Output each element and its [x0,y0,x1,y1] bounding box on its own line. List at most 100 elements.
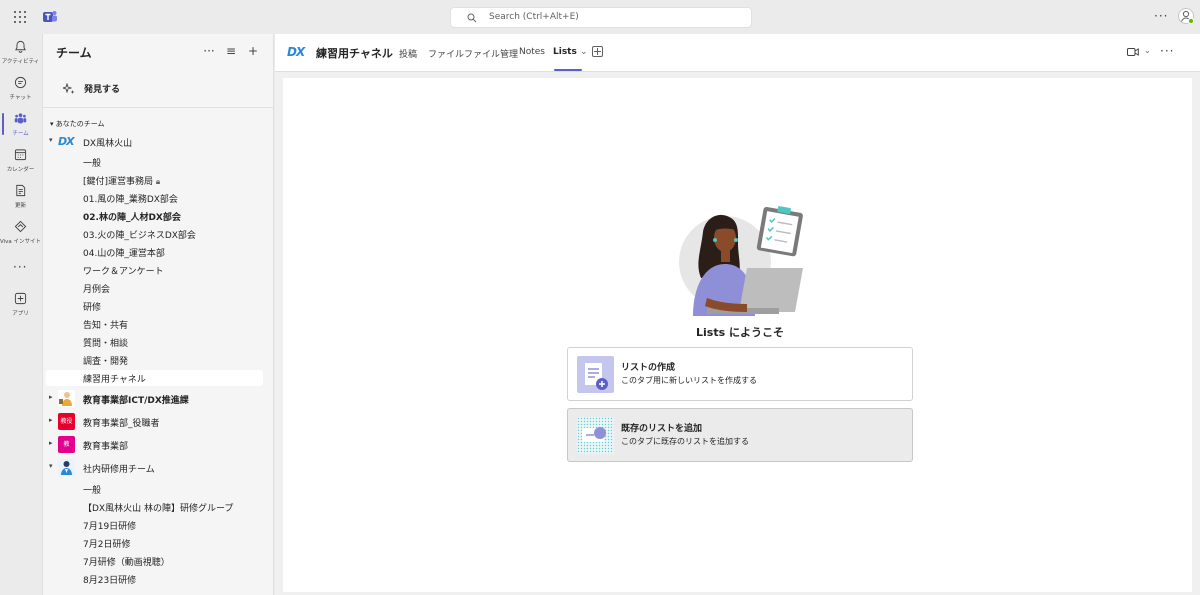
chevron-down-icon[interactable]: ⌄ [1144,46,1151,55]
channel-dx-logo-icon: DX [287,45,305,59]
team-name: 社内研修用チーム [83,465,155,475]
avatar[interactable] [1178,8,1194,24]
search-input[interactable]: Search (Ctrl+Alt+E) [450,7,752,28]
team-avatar-icon: 教 [58,436,75,453]
panel-title: チーム [56,46,92,60]
expand-caret-icon[interactable]: ▾ [49,462,53,470]
channel-item[interactable]: 一般 [83,156,101,169]
video-call-icon[interactable] [1127,47,1139,57]
filter-icon[interactable]: ≡ [225,43,237,59]
settings-more-icon[interactable]: ··· [1154,9,1168,23]
discover-label: 発見する [84,85,121,95]
channel-title: 練習用チャネル [316,47,393,60]
channel-item[interactable]: 8月23日研修 [83,573,136,586]
rail-label: アクティビティ [1,59,40,65]
team-internal-training[interactable]: ▾ 社内研修用チーム [43,459,273,477]
team-avatar-icon [58,459,75,476]
channel-item[interactable]: 調査・開発 [83,354,128,367]
channel-label: [鍵付]運営事務局 [83,177,154,187]
team-avatar-icon: 教役 [58,413,75,430]
channel-item[interactable]: 04.山の陣_運営本部 [83,246,165,259]
rail-activity[interactable]: アクティビティ [0,38,41,72]
apps-icon [14,292,27,305]
channel-item[interactable]: 7月研修（動画視聴） [83,555,170,568]
channel-item[interactable]: 01.風の陣_業務DX部会 [83,192,178,205]
tab-posts[interactable]: 投稿 [399,47,417,60]
add-tab-button[interactable] [592,46,603,57]
more-apps-icon[interactable]: ··· [13,260,27,274]
team-education-managers[interactable]: ▸ 教役 教育事業部_役職者 [43,413,273,431]
viva-insights-icon [14,220,27,233]
team-name: 教育事業部_役職者 [83,419,160,429]
more-options-icon[interactable]: ··· [203,43,215,59]
chevron-down-icon: ⌄ [579,47,588,57]
channel-item-selected[interactable]: 練習用チャネル [83,372,146,385]
app-rail: アクティビティ チャット チーム カレンダー 更新 Viva インサイト ···… [0,34,41,595]
lists-welcome-illustration [679,206,803,316]
welcome-title: Lists にようこそ [696,326,784,339]
divider [43,107,273,108]
chat-icon [14,76,27,89]
expand-caret-icon[interactable]: ▸ [49,439,53,447]
active-tab-indicator [554,69,582,71]
add-existing-list-subtitle: このタブに既存のリストを追加する [621,437,749,446]
create-list-card[interactable]: リストの作成 このタブ用に新しいリストを作成する [567,347,913,401]
tab-file-management[interactable]: ファイル管理 [464,47,518,60]
channel-item[interactable]: 告知・共有 [83,318,128,331]
tab-notes[interactable]: Notes [519,47,545,57]
rail-apps[interactable]: アプリ [0,290,41,324]
tab-lists[interactable]: Lists ⌄ [553,47,588,57]
expand-caret-icon[interactable]: ▸ [49,393,53,401]
add-existing-list-card[interactable]: 既存のリストを追加 このタブに既存のリストを追加する [567,408,913,462]
channel-item[interactable]: 一般 [83,483,101,496]
team-ict-dx[interactable]: ▸ 教育事業部ICT/DX推進課 [43,390,273,408]
create-list-icon [577,356,614,393]
more-options-icon[interactable]: ··· [1160,44,1174,58]
section-your-teams[interactable]: あなたのチーム [50,119,105,129]
rail-chat[interactable]: チャット [0,74,41,108]
channel-item[interactable]: 02.林の陣_人材DX部会 [83,210,181,223]
rail-calendar[interactable]: カレンダー [0,146,41,180]
rail-viva-insights[interactable]: Viva インサイト [0,218,41,252]
lock-icon: 🔒︎ [155,177,161,186]
rail-updates[interactable]: 更新 [0,182,41,216]
channel-item[interactable]: [鍵付]運営事務局 🔒︎ [83,174,160,187]
create-list-subtitle: このタブ用に新しいリストを作成する [621,376,757,385]
rail-label: チャット [9,95,32,101]
tab-lists-label: Lists [553,47,577,57]
channel-item[interactable]: 【DX風林火山 林の陣】研修グループ [83,501,233,514]
search-placeholder: Search (Ctrl+Alt+E) [489,12,579,22]
teams-icon [14,113,27,124]
teams-logo-icon [43,11,57,22]
team-dx-logo-icon: DX [58,135,75,148]
team-dx-furinkazan[interactable]: ▾ DX DX風林火山 [43,133,273,151]
team-avatar-icon [58,390,75,407]
channel-item[interactable]: 研修 [83,300,101,313]
rail-label: アプリ [12,311,29,317]
teams-panel: チーム ··· ≡ + 発見する あなたのチーム ▾ DX DX風林火山 一般 … [42,34,274,595]
channel-item[interactable]: 7月19日研修 [83,519,136,532]
tab-files[interactable]: ファイル [428,47,464,60]
panel-actions: ··· ≡ + [203,43,259,59]
rail-teams[interactable]: チーム [0,110,41,144]
app-launcher-icon[interactable] [14,11,26,23]
create-list-title: リストの作成 [621,363,676,373]
calendar-icon [14,149,27,161]
selected-channel-highlight [46,370,263,386]
expand-caret-icon[interactable]: ▾ [49,136,53,144]
channel-item[interactable]: 7月2日研修 [83,537,130,550]
channel-item[interactable]: ワーク＆アンケート [83,264,164,277]
add-existing-list-title: 既存のリストを追加 [621,424,703,434]
team-name: 教育事業部ICT/DX推進課 [83,396,189,406]
search-icon [467,13,477,23]
expand-caret-icon[interactable]: ▸ [49,416,53,424]
updates-icon [16,184,26,197]
team-name: 教育事業部 [83,442,129,452]
channel-item[interactable]: 03.火の陣_ビジネスDX部会 [83,228,196,241]
channel-item[interactable]: 月例会 [83,282,110,295]
add-team-icon[interactable]: + [247,43,259,59]
title-bar: Search (Ctrl+Alt+E) ··· [0,0,1200,34]
channel-item[interactable]: 質問・相談 [83,336,128,349]
team-education[interactable]: ▸ 教 教育事業部 [43,436,273,454]
rail-label: カレンダー [6,167,35,173]
